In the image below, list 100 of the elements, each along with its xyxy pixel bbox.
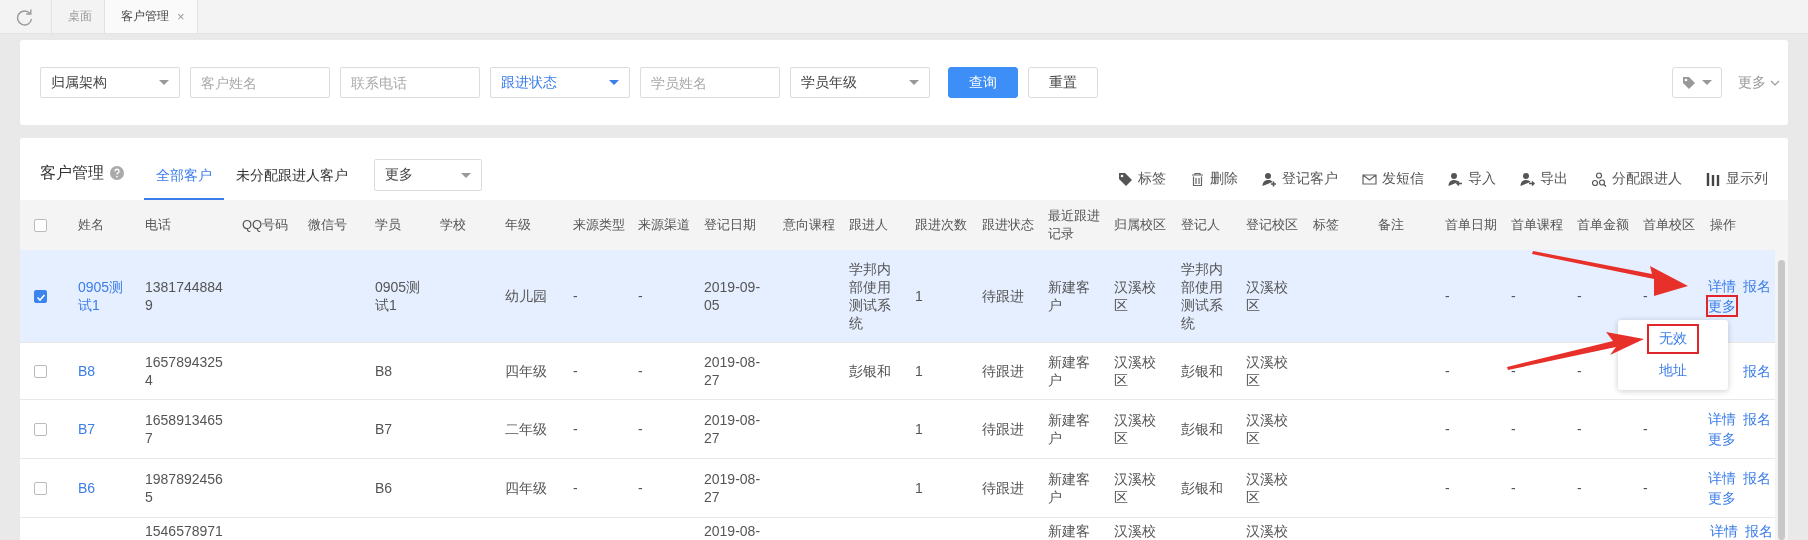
table-cell: 待跟进: [974, 250, 1040, 343]
caret-icon: [159, 80, 169, 85]
toolbar-button[interactable]: 发短信: [1362, 170, 1424, 188]
enroll-link[interactable]: 报名: [1743, 469, 1771, 487]
input-field[interactable]: 客户姓名: [190, 67, 330, 98]
detail-link[interactable]: 详情: [1710, 522, 1738, 540]
input-field[interactable]: 联系电话: [340, 67, 480, 98]
column-header: 备注: [1370, 200, 1437, 250]
column-header: 跟进人: [841, 200, 907, 250]
customer-name-link[interactable]: B7: [78, 420, 129, 438]
table-cell: 汉溪校: [1106, 517, 1173, 540]
row-checkbox[interactable]: [34, 481, 47, 495]
page-tab[interactable]: 客户管理 ×: [105, 0, 198, 33]
tag-icon: [1118, 171, 1133, 187]
toolbar-button[interactable]: 分配跟进人: [1592, 170, 1682, 188]
table-cell: 2019-08-27: [696, 342, 775, 400]
table-cell: B7: [367, 399, 432, 459]
table-cell: -: [1503, 458, 1569, 518]
customer-name-link[interactable]: B8: [78, 362, 129, 380]
input-field[interactable]: 学员姓名: [640, 67, 780, 98]
select-field[interactable]: 跟进状态: [490, 67, 630, 98]
column-header: 归属校区: [1106, 200, 1173, 250]
row-checkbox[interactable]: [34, 422, 47, 436]
toolbar-button[interactable]: 登记客户: [1262, 170, 1338, 188]
select-field[interactable]: 学员年级: [790, 67, 930, 98]
table-cell: 新建客户: [1040, 342, 1106, 400]
column-header: 学校: [432, 200, 497, 250]
scrollbar[interactable]: [1775, 200, 1788, 540]
table-cell: 汉溪校区: [1106, 342, 1173, 400]
row-checkbox[interactable]: [34, 289, 47, 303]
more-link[interactable]: 更多: [1708, 489, 1736, 507]
toolbar-button[interactable]: 标签: [1118, 170, 1166, 188]
row-checkbox[interactable]: [34, 364, 47, 378]
table-cell: 彭银和: [1173, 399, 1238, 459]
view-select[interactable]: 更多: [374, 159, 482, 191]
table-cell: 2019-08-27: [696, 399, 775, 459]
select-field[interactable]: 归属架构: [40, 67, 180, 98]
column-header: 操作: [1702, 200, 1775, 250]
enroll-link[interactable]: 报名: [1743, 410, 1771, 428]
table-cell: 新建客户: [1040, 458, 1106, 518]
user-arrow-icon: [1520, 171, 1535, 187]
table-cell: 汉溪校区: [1106, 399, 1173, 459]
enroll-link[interactable]: 报名: [1743, 362, 1771, 380]
user-plus-icon: [1262, 171, 1277, 187]
toolbar-button[interactable]: 删除: [1190, 170, 1238, 188]
table-cell: 学邦内部使用测试系统: [1173, 250, 1238, 343]
trash-icon: [1190, 171, 1205, 187]
column-header: 登记校区: [1238, 200, 1305, 250]
more-link[interactable]: 更多: [1708, 430, 1736, 448]
toolbar-button[interactable]: 导入: [1448, 170, 1496, 188]
toolbar-button[interactable]: 显示列: [1706, 170, 1768, 188]
column-header: QQ号码: [234, 200, 300, 250]
panel-title: 客户管理: [40, 162, 104, 183]
table-cell: -: [1437, 250, 1503, 343]
table-cell: 汉溪校区: [1238, 250, 1305, 343]
refresh-icon[interactable]: [16, 7, 34, 26]
enroll-link[interactable]: 报名: [1743, 277, 1771, 295]
enroll-link[interactable]: 报名: [1745, 522, 1773, 540]
column-header: 跟进状态: [974, 200, 1040, 250]
user-arrow-icon: [1448, 171, 1463, 187]
table-cell: 四年级: [497, 342, 565, 400]
table-cell: 2019-09-05: [696, 250, 775, 343]
detail-link[interactable]: 详情: [1708, 469, 1736, 487]
users-search-icon: [1592, 171, 1607, 187]
select-all-checkbox[interactable]: [34, 218, 47, 232]
column-header: 首单日期: [1437, 200, 1503, 250]
table-cell: 汉溪校: [1238, 517, 1305, 540]
detail-link[interactable]: 详情: [1708, 410, 1736, 428]
menu-item[interactable]: 地址: [1649, 358, 1697, 384]
tag-select[interactable]: [1672, 67, 1722, 98]
table-cell: 汉溪校区: [1238, 458, 1305, 518]
table-cell: -: [1569, 399, 1635, 459]
table-cell: 0905测试1: [367, 250, 432, 343]
table-cell: 19878924565: [137, 458, 234, 518]
reset-button[interactable]: 重置: [1028, 67, 1098, 98]
table-cell: B8: [367, 342, 432, 400]
view-tab[interactable]: 未分配跟进人客户: [224, 164, 360, 200]
table-cell: 2019-08-: [696, 517, 775, 540]
more-link[interactable]: 更多: [1708, 297, 1736, 315]
table-cell: -: [1437, 458, 1503, 518]
table-cell: -: [1503, 399, 1569, 459]
column-header: 学员: [367, 200, 432, 250]
column-header: 跟进次数: [907, 200, 974, 250]
column-header: 首单校区: [1635, 200, 1702, 250]
table-cell: 二年级: [497, 399, 565, 459]
table-cell: 16578943254: [137, 342, 234, 400]
search-button[interactable]: 查询: [948, 67, 1018, 98]
detail-link[interactable]: 详情: [1708, 277, 1736, 295]
table-cell: 16589134657: [137, 399, 234, 459]
customer-name-link[interactable]: B6: [78, 479, 129, 497]
table-cell: -: [1635, 399, 1702, 459]
caret-icon: [609, 80, 619, 85]
close-icon[interactable]: ×: [177, 9, 185, 24]
caret-icon: [909, 80, 919, 85]
more-link[interactable]: 更多: [1738, 73, 1780, 92]
table-cell: 新建客: [1040, 517, 1106, 540]
toolbar-button[interactable]: 导出: [1520, 170, 1568, 188]
column-header: 标签: [1305, 200, 1370, 250]
table-cell: 汉溪校区: [1238, 399, 1305, 459]
column-header: 年级: [497, 200, 565, 250]
